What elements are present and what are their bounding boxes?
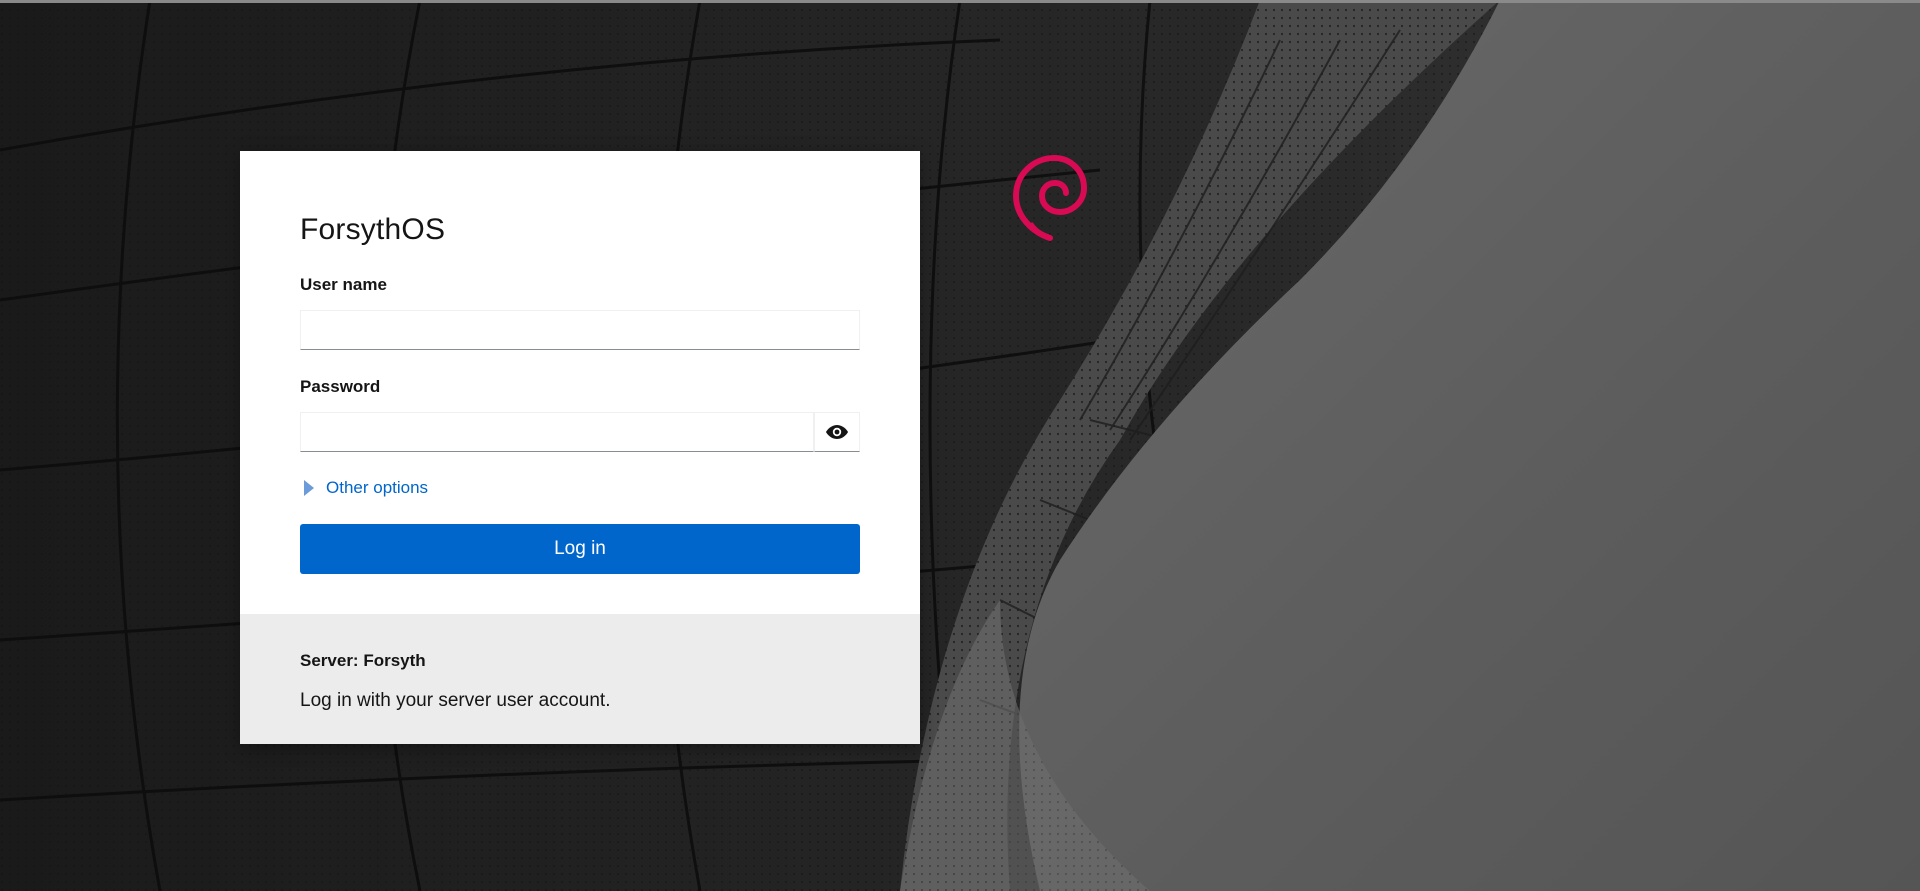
top-border	[0, 0, 1920, 3]
show-password-button[interactable]	[814, 412, 860, 452]
login-button[interactable]: Log in	[300, 524, 860, 574]
other-options-label: Other options	[326, 478, 429, 497]
debian-swirl-icon	[1012, 154, 1088, 241]
eye-icon	[826, 425, 848, 439]
server-info-footer: Server: Forsyth Log in with your server …	[240, 614, 920, 744]
server-name: Server: Forsyth	[300, 651, 426, 670]
username-input[interactable]	[300, 310, 860, 350]
other-options-toggle[interactable]: Other options	[300, 476, 428, 500]
login-screen: ForsythOS User name Password Other optio…	[0, 0, 1920, 891]
username-label: User name	[300, 275, 387, 294]
caret-right-icon	[304, 480, 314, 496]
password-label: Password	[300, 377, 381, 396]
page-title: ForsythOS	[300, 213, 446, 246]
login-hint-text: Log in with your server user account.	[300, 690, 611, 711]
password-input[interactable]	[300, 412, 814, 452]
login-card: ForsythOS User name Password Other optio…	[240, 151, 920, 744]
login-form: ForsythOS User name Password Other optio…	[240, 151, 920, 614]
